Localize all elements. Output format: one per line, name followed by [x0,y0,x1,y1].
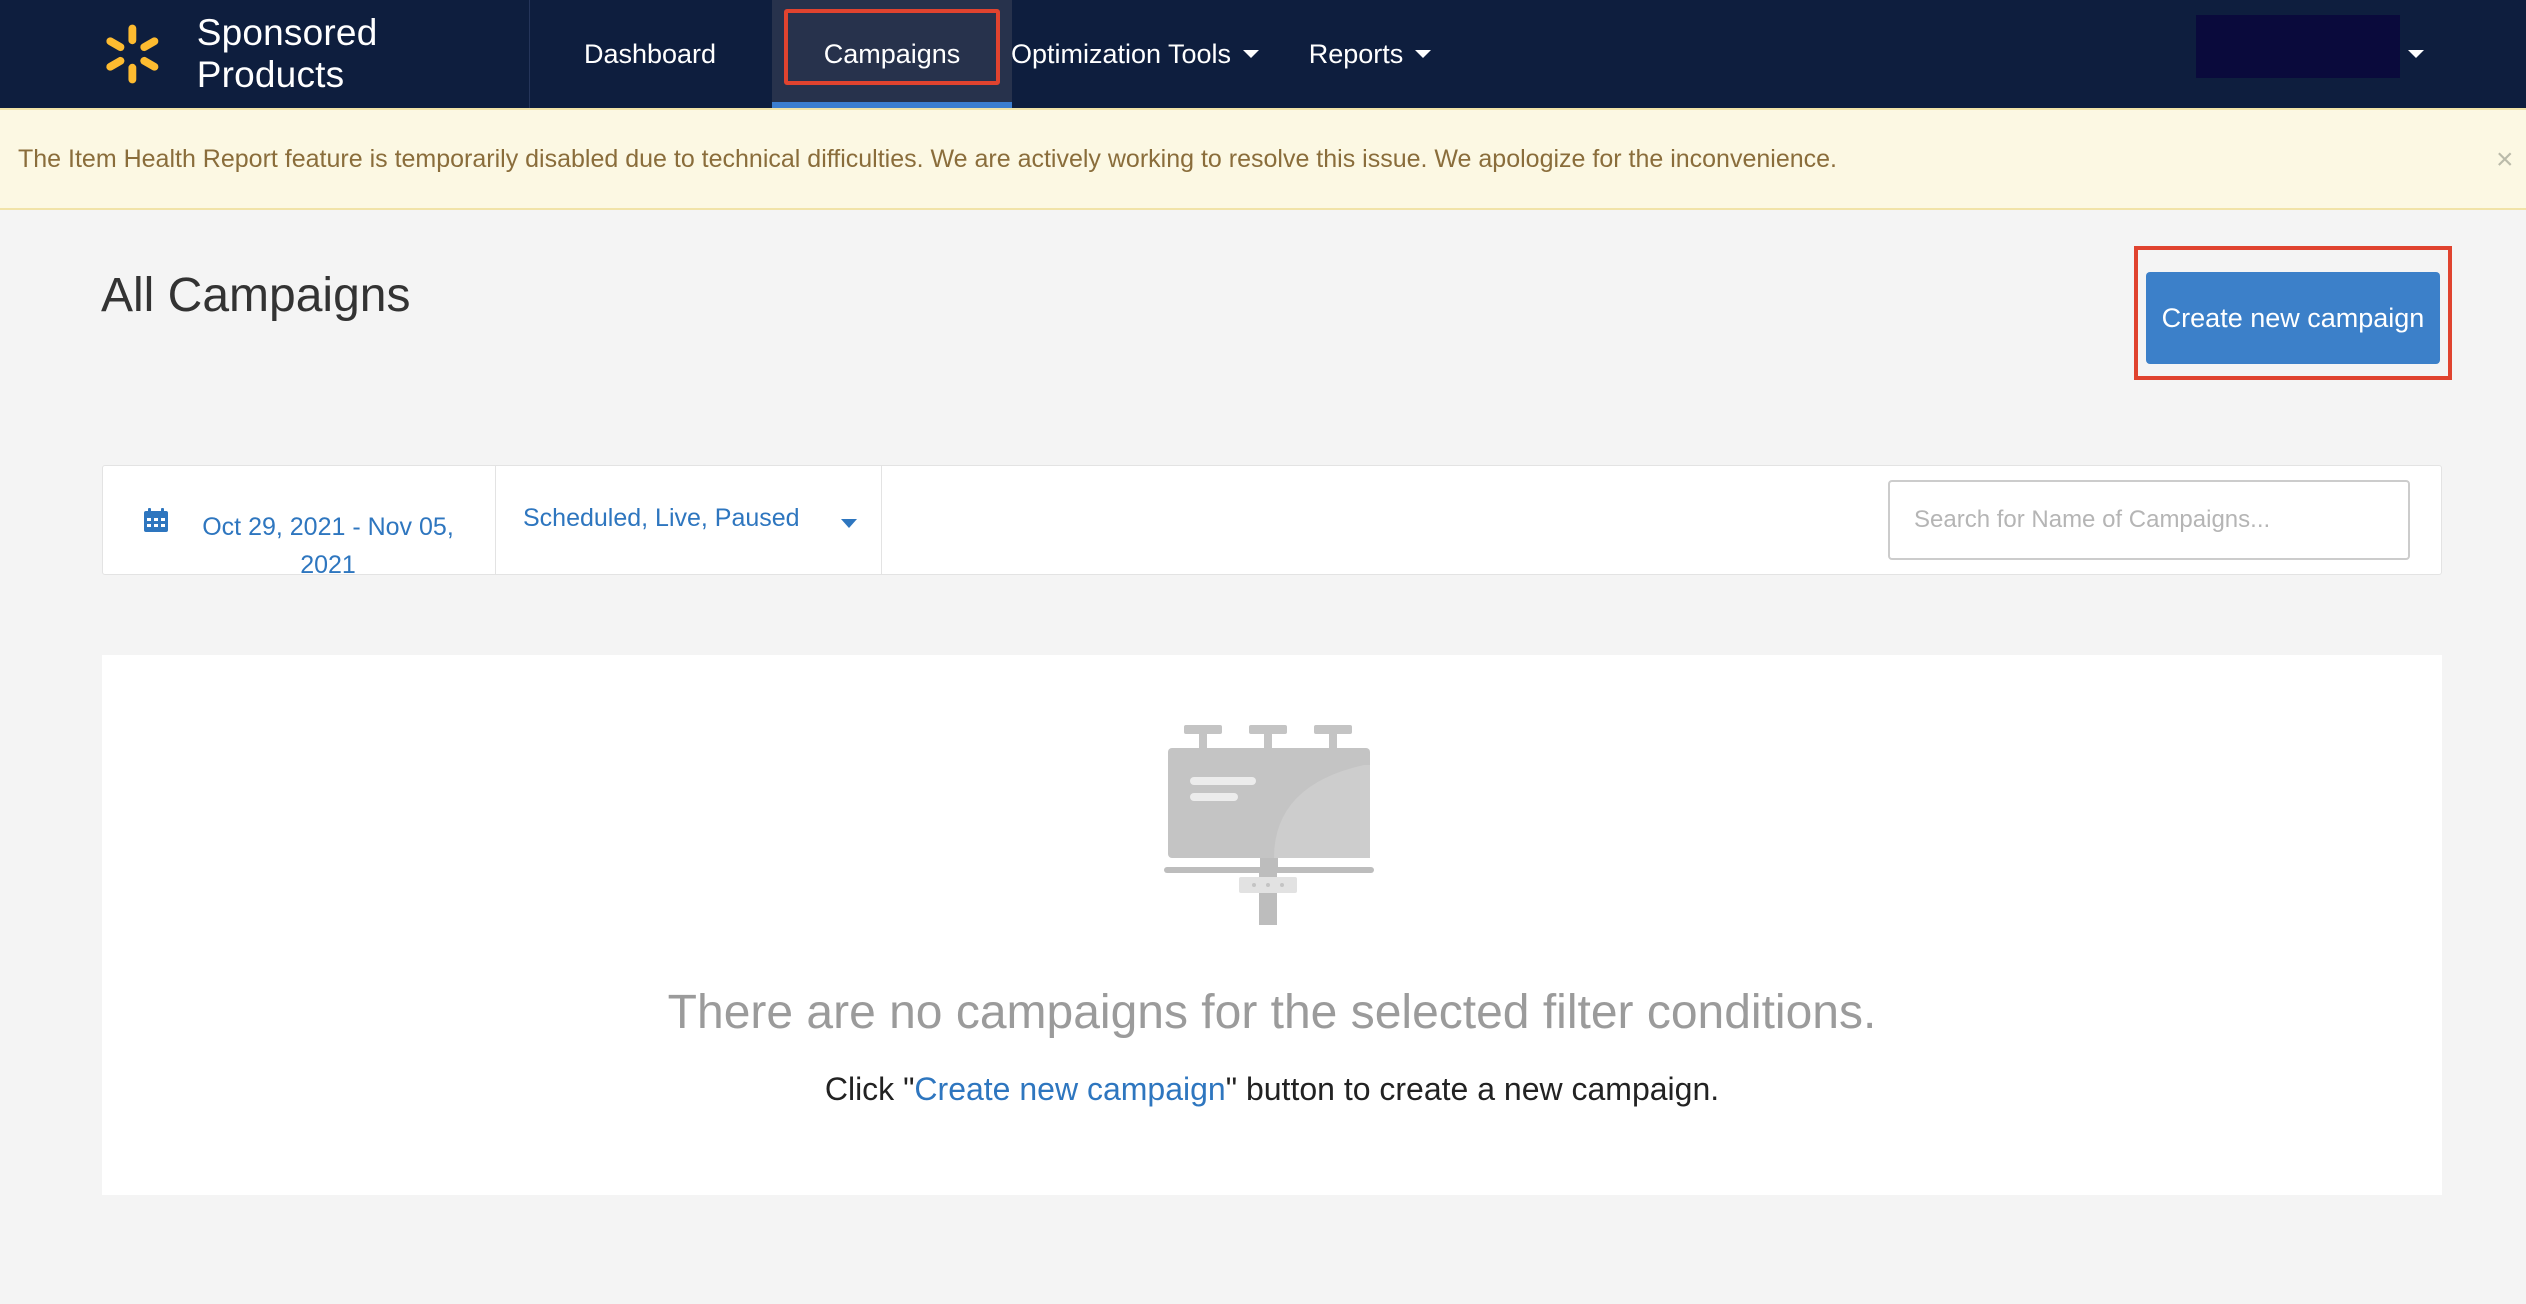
walmart-spark-icon [106,24,159,84]
top-nav: Sponsored Products Dashboard Campaigns O… [0,0,2526,108]
chevron-down-icon [1415,50,1432,58]
date-range-picker[interactable]: Oct 29, 2021 - Nov 05, 2021 [103,466,496,579]
date-range-value: Oct 29, 2021 - Nov 05, 2021 [202,513,454,579]
account-chevron-down-icon[interactable] [2408,50,2424,58]
nav-optimization-tools-label: Optimization Tools [1010,38,1232,69]
nav-campaigns[interactable]: Campaigns [772,0,1012,108]
nav-dashboard[interactable]: Dashboard [550,0,750,108]
create-new-campaign-button[interactable]: Create new campaign [2146,272,2440,364]
nav-dashboard-label: Dashboard [583,38,717,69]
chevron-down-icon [841,519,857,528]
empty-state-sub-prefix: Click " [824,1071,915,1107]
chevron-down-icon [1243,50,1260,58]
brand-name: Sponsored Products [196,12,378,95]
brand[interactable]: Sponsored Products [100,0,530,108]
billboard-icon [1164,725,1374,925]
status-filter-value: Scheduled, Live, Paused [523,504,800,532]
nav-reports[interactable]: Reports [1300,0,1440,108]
empty-state-panel: There are no campaigns for the selected … [102,655,2442,1195]
calendar-icon [144,508,168,532]
empty-state-subtitle: Click "Create new campaign" button to cr… [102,1071,2442,1108]
alert-message: The Item Health Report feature is tempor… [18,144,1837,173]
close-icon[interactable]: × [2496,140,2526,180]
empty-state-title: There are no campaigns for the selected … [667,986,1877,1039]
nav-campaigns-label: Campaigns [823,38,961,69]
filter-bar: Oct 29, 2021 - Nov 05, 2021 Scheduled, L… [102,465,2442,579]
alert-banner: The Item Health Report feature is tempor… [0,108,2526,210]
create-new-campaign-link[interactable]: Create new campaign [914,1071,1225,1107]
empty-state-sub-suffix: " button to create a new campaign. [1225,1071,1720,1107]
nav-reports-label: Reports [1308,38,1404,69]
account-menu[interactable] [2196,15,2400,78]
status-filter-dropdown[interactable]: Scheduled, Live, Paused [496,466,882,574]
campaign-search-input[interactable] [1888,480,2410,560]
nav-optimization-tools[interactable]: Optimization Tools [1010,0,1260,108]
page-title: All Campaigns [101,269,411,322]
